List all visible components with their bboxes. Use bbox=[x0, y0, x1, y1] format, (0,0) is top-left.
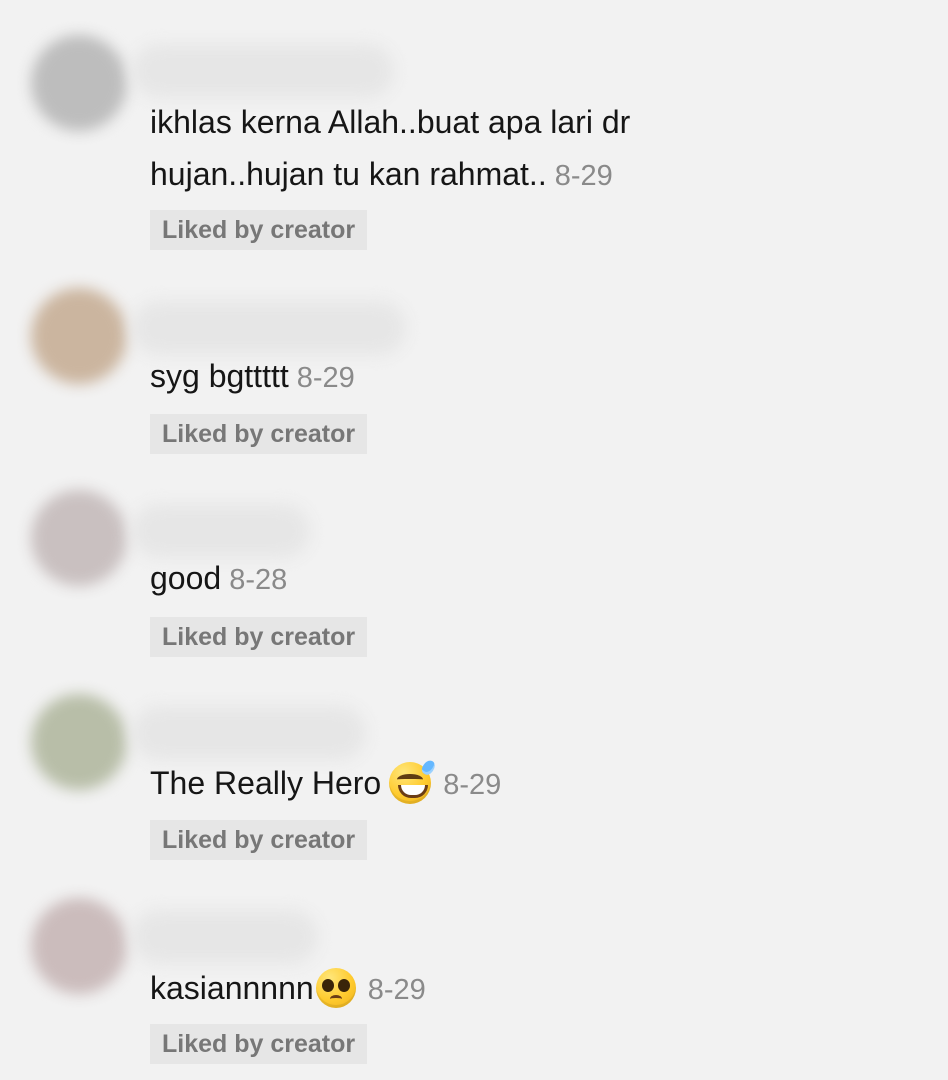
comment-date: 8-28 bbox=[229, 564, 288, 596]
blurred-username[interactable] bbox=[132, 301, 406, 355]
comment-date: 8-29 bbox=[367, 974, 426, 1006]
comment-text: The Really Hero bbox=[150, 765, 382, 801]
avatar[interactable] bbox=[31, 898, 127, 994]
blurred-username[interactable] bbox=[132, 706, 366, 760]
blurred-username[interactable] bbox=[132, 44, 394, 98]
avatar[interactable] bbox=[31, 288, 127, 384]
comment-date: 8-29 bbox=[443, 769, 502, 801]
avatar[interactable] bbox=[31, 35, 127, 131]
liked-by-creator-badge: Liked by creator bbox=[150, 820, 368, 860]
comment-body: The Really Hero 8-29 bbox=[150, 757, 790, 811]
comment-body: kasiannnnn 8-29 bbox=[150, 962, 790, 1016]
comment-text: kasiannnnn bbox=[150, 970, 314, 1006]
avatar[interactable] bbox=[31, 694, 127, 790]
avatar[interactable] bbox=[31, 490, 127, 586]
comment-date: 8-29 bbox=[554, 160, 613, 192]
sweat-drop-icon bbox=[419, 757, 438, 777]
comment-body: ikhlas kerna Allah..buat apa lari dr huj… bbox=[150, 96, 790, 202]
pleading-face-emoji-icon bbox=[315, 967, 356, 1008]
liked-by-creator-badge: Liked by creator bbox=[150, 210, 368, 250]
comment-date: 8-29 bbox=[296, 362, 355, 394]
blurred-username[interactable] bbox=[132, 504, 310, 558]
comment-body: syg bgttttt 8-29 bbox=[150, 350, 790, 404]
comment-text: syg bgttttt bbox=[150, 358, 289, 394]
grinning-face-with-sweat-emoji-icon bbox=[389, 757, 438, 804]
comment-body: good 8-28 bbox=[150, 552, 790, 606]
liked-by-creator-badge: Liked by creator bbox=[150, 414, 368, 454]
liked-by-creator-badge: Liked by creator bbox=[150, 1024, 368, 1064]
comment-list: ikhlas kerna Allah..buat apa lari dr huj… bbox=[0, 0, 948, 1080]
blurred-username[interactable] bbox=[132, 910, 318, 964]
comment-text: good bbox=[150, 560, 222, 596]
liked-by-creator-badge: Liked by creator bbox=[150, 617, 368, 657]
